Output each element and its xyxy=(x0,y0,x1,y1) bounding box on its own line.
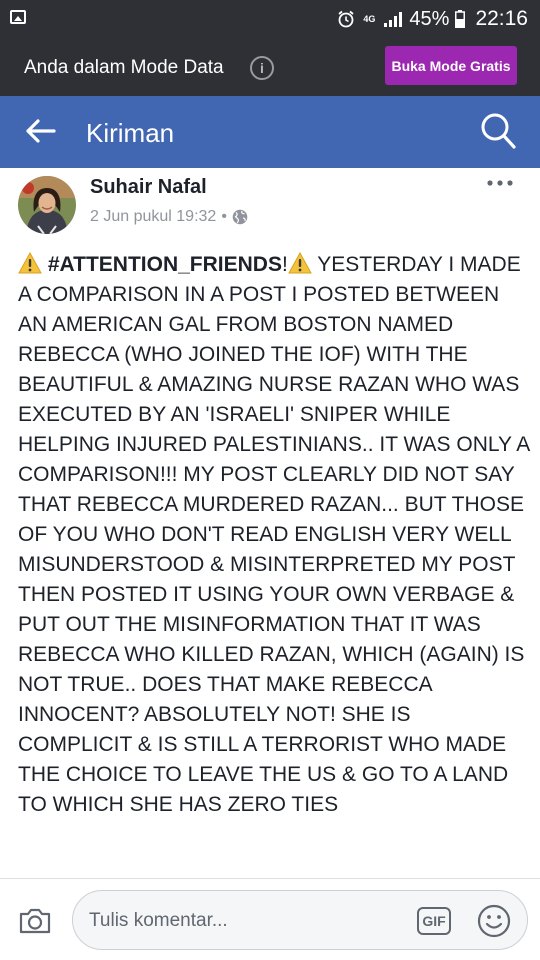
status-indicators: 4G 45% 22:16 xyxy=(337,0,528,38)
comment-bar: Tulis komentar... GIF xyxy=(0,878,540,960)
author-name[interactable]: Suhair Nafal xyxy=(90,176,207,199)
post-body-text: YESTERDAY I MADE A COMPARISON IN A POST … xyxy=(18,253,530,816)
page-title: Kiriman xyxy=(86,118,175,148)
avatar[interactable] xyxy=(18,176,76,234)
post-meta: 2 Jun pukul 19:32 • xyxy=(90,208,248,226)
clock: 22:16 xyxy=(475,7,528,30)
camera-icon[interactable] xyxy=(18,907,52,935)
battery-icon xyxy=(455,10,466,28)
more-options-icon[interactable] xyxy=(486,178,514,188)
signal-icon xyxy=(384,12,403,27)
battery-percent: 45% xyxy=(409,7,450,30)
data-mode-text: Anda dalam Mode Data xyxy=(24,57,224,78)
search-icon[interactable] xyxy=(480,112,516,150)
status-bar: 4G 45% 22:16 xyxy=(0,0,540,38)
info-icon[interactable]: i xyxy=(250,56,274,80)
post-timestamp[interactable]: 2 Jun pukul 19:32 xyxy=(90,208,216,226)
warning-icon xyxy=(18,252,42,274)
comment-placeholder: Tulis komentar... xyxy=(89,910,228,931)
gif-icon[interactable]: GIF xyxy=(417,907,451,935)
free-mode-button[interactable]: Buka Mode Gratis xyxy=(385,46,517,85)
alarm-icon xyxy=(338,10,354,28)
emoji-icon[interactable] xyxy=(477,904,511,938)
post: Suhair Nafal 2 Jun pukul 19:32 • #ATTENT… xyxy=(0,168,540,878)
gallery-icon xyxy=(10,10,26,24)
post-text: #ATTENTION_FRIENDS! YESTERDAY I MADE A C… xyxy=(18,250,530,820)
meta-separator: • xyxy=(221,208,227,225)
network-type: 4G xyxy=(363,13,376,24)
back-arrow-icon[interactable] xyxy=(24,118,56,144)
warning-icon xyxy=(287,252,312,274)
globe-icon xyxy=(232,209,248,225)
app-header: Kiriman xyxy=(0,96,540,168)
comment-input[interactable]: Tulis komentar... GIF xyxy=(72,890,528,950)
hashtag-link[interactable]: #ATTENTION_FRIENDS xyxy=(48,253,282,276)
